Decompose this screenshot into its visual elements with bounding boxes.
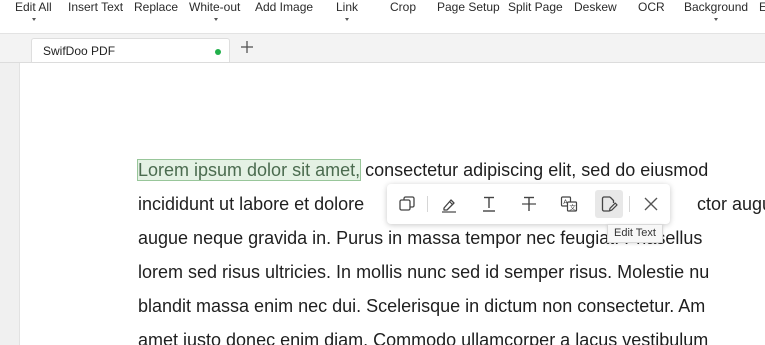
strikethrough-button[interactable]	[515, 190, 543, 218]
link-label: Link	[336, 0, 359, 14]
text-line-2[interactable]: incididunt ut labore et dolore	[138, 193, 364, 215]
edit-text-button[interactable]	[595, 190, 623, 218]
chevron-down-icon	[714, 18, 718, 21]
underline-button[interactable]	[475, 190, 503, 218]
text-line-5[interactable]: blandit massa enim nec dui. Scelerisque …	[138, 295, 705, 317]
underline-icon	[483, 196, 495, 212]
deskew-label: Deskew	[574, 0, 617, 14]
svg-text:文: 文	[569, 202, 576, 211]
copy-icon	[399, 196, 415, 211]
left-panel-gutter	[0, 63, 20, 345]
copy-button[interactable]	[393, 190, 421, 218]
highlight-button[interactable]	[435, 190, 463, 218]
chevron-down-icon	[32, 18, 36, 21]
text-line-1-rest: consectetur adipiscing elit, sed do eius…	[360, 160, 709, 180]
edit-text-tooltip: Edit Text	[607, 224, 663, 243]
svg-text:A: A	[563, 198, 568, 206]
ocr-label: OCR	[638, 0, 665, 14]
add-image-label: Add Image	[255, 0, 314, 14]
translate-icon: A 文	[560, 196, 578, 212]
translate-button[interactable]: A 文	[555, 190, 583, 218]
replace-label: Replace	[134, 0, 179, 14]
background-label: Background	[684, 0, 749, 14]
highlight-icon	[442, 199, 456, 213]
page-setup-label: Page Setup	[437, 0, 500, 14]
text-line-2-tail: ctor augue	[697, 193, 765, 215]
overflow-label: E	[759, 0, 765, 14]
edit-text-icon	[601, 196, 618, 212]
plus-icon	[241, 41, 253, 53]
text-selection-toolbar: A 文	[387, 184, 670, 224]
document-tab-bar: SwifDoo PDF	[0, 34, 765, 63]
white-out-label: White-out	[189, 0, 241, 14]
insert-text-label: Insert Text	[68, 0, 124, 14]
text-line-1[interactable]: Lorem ipsum dolor sit amet, consectetur …	[136, 159, 709, 181]
split-page-label: Split Page	[508, 0, 563, 14]
toolbar-divider	[629, 196, 630, 212]
tab-title: SwifDoo PDF	[43, 44, 116, 58]
new-tab-button[interactable]	[238, 36, 256, 58]
chevron-down-icon	[345, 18, 349, 21]
text-line-4[interactable]: lorem sed risus ultricies. In mollis nun…	[138, 261, 709, 283]
close-toolbar-button[interactable]	[637, 190, 665, 218]
toolbar-divider	[427, 196, 428, 212]
chevron-down-icon	[214, 18, 218, 21]
selected-text[interactable]: Lorem ipsum dolor sit amet,	[136, 159, 362, 181]
text-line-2-head: incididunt ut labore et dolore	[138, 194, 365, 214]
ribbon-toolbar: Edit All Insert Text Replace White-out A…	[0, 0, 765, 34]
text-line-6[interactable]: amet justo donec enim diam. Commodo ulla…	[138, 329, 708, 345]
close-icon	[644, 197, 658, 211]
edit-all-label: Edit All	[15, 0, 52, 14]
text-line-2-tail-text: ctor augue	[697, 194, 765, 214]
tab-swifdoo-pdf[interactable]: SwifDoo PDF	[31, 38, 230, 62]
crop-label: Crop	[390, 0, 417, 14]
unsaved-dot-icon	[215, 49, 221, 55]
strikethrough-icon	[522, 196, 536, 211]
